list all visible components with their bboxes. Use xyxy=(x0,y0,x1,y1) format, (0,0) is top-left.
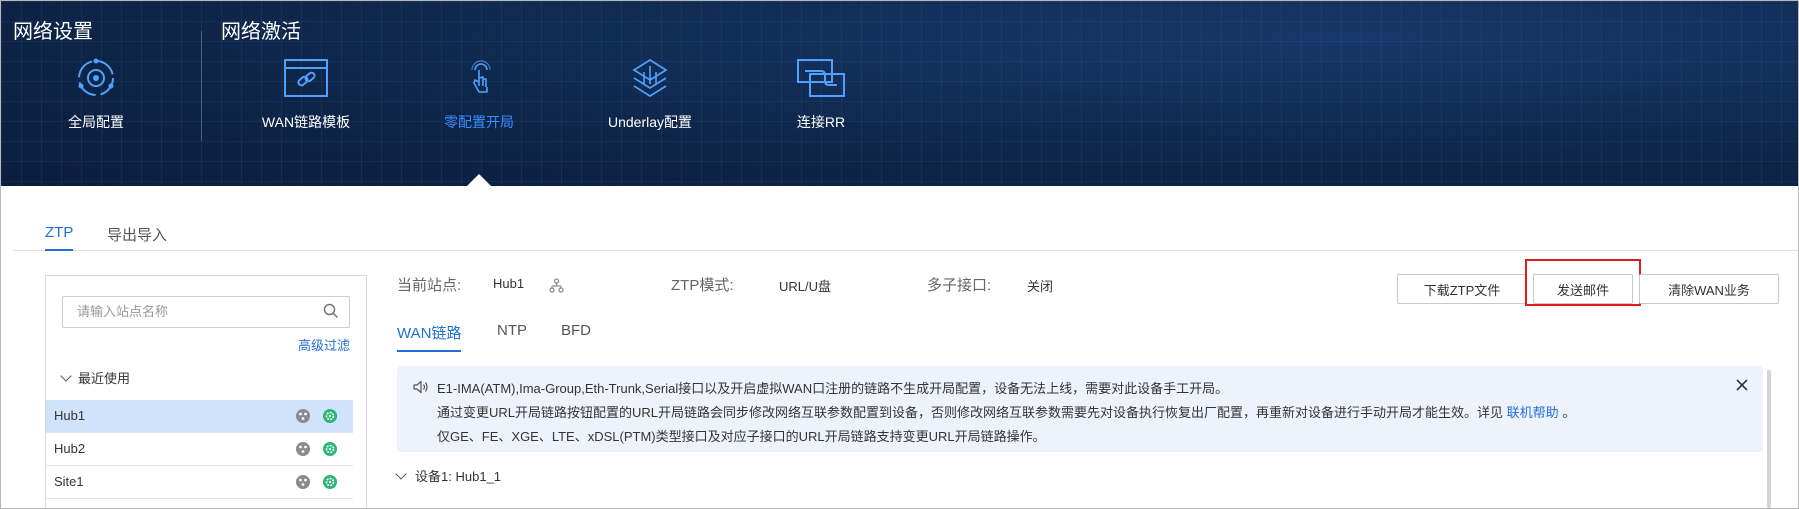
section-divider xyxy=(201,31,202,141)
device-topology-icon[interactable] xyxy=(296,442,310,456)
site-search-input[interactable] xyxy=(63,297,331,325)
site-list: Hub1 Hub2 Site1 xyxy=(46,400,353,499)
tab-ztp[interactable]: ZTP xyxy=(45,224,74,251)
multi-subinterface-value: 关闭 xyxy=(1027,279,1054,294)
layers-network-icon xyxy=(632,58,668,98)
notice-line-2-end: 。 xyxy=(1562,405,1576,420)
download-ztp-file-button[interactable]: 下载ZTP文件 xyxy=(1397,274,1527,304)
nav-item-connect-rr[interactable]: 连接RR xyxy=(746,56,896,132)
tab-bfd[interactable]: BFD xyxy=(561,322,591,346)
nav-label: Underlay配置 xyxy=(607,114,693,130)
ztp-mode-value: URL/U盘 xyxy=(779,279,832,294)
online-help-link[interactable]: 联机帮助 xyxy=(1507,405,1559,420)
gear-status-icon[interactable] xyxy=(323,409,337,423)
gear-status-icon[interactable] xyxy=(323,475,337,489)
section-title-network-settings: 网络设置 xyxy=(13,21,93,43)
site-name: Hub1 xyxy=(54,408,86,423)
advanced-filter-link[interactable]: 高级过滤 xyxy=(298,335,350,354)
tab-ntp[interactable]: NTP xyxy=(497,322,527,346)
active-nav-pointer xyxy=(467,174,491,186)
ztp-mode-label: ZTP模式: xyxy=(671,277,734,294)
header-banner: 网络设置 网络激活 全局配置 WAN链路模板 零配置开局 Underlay配置 … xyxy=(1,1,1798,186)
site-panel: 高级过滤 最近使用 Hub1 Hub2 xyxy=(45,275,367,508)
speaker-icon xyxy=(413,380,428,394)
tab-wan-link[interactable]: WAN链路 xyxy=(397,322,462,352)
nav-label: 全局配置 xyxy=(68,114,124,130)
multi-subinterface-label: 多子接口: xyxy=(927,277,992,294)
nav-label: WAN链路模板 xyxy=(261,114,351,130)
send-email-highlight xyxy=(1525,259,1641,306)
current-site-value: Hub1 xyxy=(493,276,525,291)
device-value: Hub1_1 xyxy=(455,469,502,484)
close-icon[interactable] xyxy=(1735,378,1749,392)
chevron-down-icon xyxy=(395,468,407,480)
site-row-hub2[interactable]: Hub2 xyxy=(46,433,353,466)
nav-item-wan-link-template[interactable]: WAN链路模板 xyxy=(231,56,381,132)
scrollbar[interactable] xyxy=(1767,370,1771,508)
site-row-site1[interactable]: Site1 xyxy=(46,466,353,499)
notice-line-3: 仅GE、FE、XGE、LTE、xDSL(PTM)类型接口及对应子接口的URL开局… xyxy=(437,429,1046,444)
nav-label: 连接RR xyxy=(796,114,846,130)
link-template-icon xyxy=(284,59,328,97)
detail-area: 当前站点: Hub1 ZTP模式: URL/U盘 多子接口: 关闭 下载ZTP文… xyxy=(395,250,1797,508)
search-icon[interactable] xyxy=(323,303,339,319)
device-topology-icon[interactable] xyxy=(296,475,310,489)
content-area: ZTP 导出导入 高级过滤 最近使用 Hub1 xyxy=(13,186,1798,508)
device-topology-icon[interactable] xyxy=(296,409,310,423)
connect-rr-icon xyxy=(797,59,845,97)
recent-used-label: 最近使用 xyxy=(78,371,131,386)
nav-item-zero-touch[interactable]: 零配置开局 xyxy=(404,56,554,132)
nav-label: 零配置开局 xyxy=(444,114,514,130)
site-search-box xyxy=(62,296,350,328)
recent-used-toggle[interactable]: 最近使用 xyxy=(60,368,131,387)
notice-banner: E1-IMA(ATM),Ima-Group,Eth-Trunk,Serial接口… xyxy=(397,366,1763,452)
site-topology-icon[interactable] xyxy=(549,278,564,293)
device-label: 设备1: xyxy=(415,469,452,484)
gear-cycle-icon xyxy=(78,58,114,96)
site-row-hub1[interactable]: Hub1 xyxy=(46,400,353,433)
nav-item-global-config[interactable]: 全局配置 xyxy=(21,56,171,132)
clear-wan-service-button[interactable]: 清除WAN业务 xyxy=(1639,274,1779,304)
touch-hand-icon xyxy=(471,60,491,93)
current-site-label: 当前站点: xyxy=(397,277,462,294)
app-window: 网络设置 网络激活 全局配置 WAN链路模板 零配置开局 Underlay配置 … xyxy=(0,0,1799,509)
top-tabs: ZTP 导出导入 xyxy=(13,186,1798,251)
section-title-network-activation: 网络激活 xyxy=(221,21,301,43)
site-name: Site1 xyxy=(54,474,84,489)
nav-item-underlay-config[interactable]: Underlay配置 xyxy=(575,56,725,132)
device-row-toggle[interactable]: 设备1: Hub1_1 xyxy=(395,466,502,485)
chevron-down-icon xyxy=(60,370,72,382)
notice-line-1: E1-IMA(ATM),Ima-Group,Eth-Trunk,Serial接口… xyxy=(437,381,1229,396)
notice-line-2-text: 通过变更URL开局链路按钮配置的URL开局链路会同步修改网络互联参数配置到设备，… xyxy=(437,405,1504,420)
site-name: Hub2 xyxy=(54,441,86,456)
notice-line-2: 通过变更URL开局链路按钮配置的URL开局链路会同步修改网络互联参数配置到设备，… xyxy=(437,402,1575,421)
gear-status-icon[interactable] xyxy=(323,442,337,456)
tab-export-import[interactable]: 导出导入 xyxy=(107,224,167,253)
